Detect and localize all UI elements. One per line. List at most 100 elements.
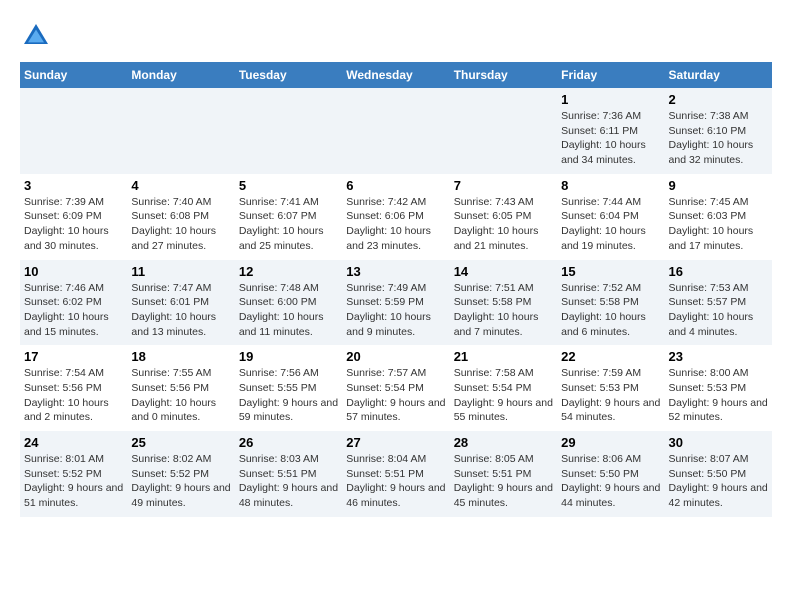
day-info: Sunrise: 7:42 AMSunset: 6:06 PMDaylight:… bbox=[346, 195, 445, 254]
weekday-header: Tuesday bbox=[235, 62, 342, 88]
calendar-cell: 6 Sunrise: 7:42 AMSunset: 6:06 PMDaylight… bbox=[342, 174, 449, 260]
calendar-cell: 3 Sunrise: 7:39 AMSunset: 6:09 PMDaylight… bbox=[20, 174, 127, 260]
calendar-cell: 7 Sunrise: 7:43 AMSunset: 6:05 PMDaylight… bbox=[450, 174, 557, 260]
weekday-header: Sunday bbox=[20, 62, 127, 88]
calendar-cell: 11 Sunrise: 7:47 AMSunset: 6:01 PMDayligh… bbox=[127, 260, 234, 346]
calendar-row: 17 Sunrise: 7:54 AMSunset: 5:56 PMDayligh… bbox=[20, 345, 772, 431]
calendar-row: 3 Sunrise: 7:39 AMSunset: 6:09 PMDaylight… bbox=[20, 174, 772, 260]
day-info: Sunrise: 7:55 AMSunset: 5:56 PMDaylight:… bbox=[131, 366, 230, 425]
calendar-cell: 15 Sunrise: 7:52 AMSunset: 5:58 PMDayligh… bbox=[557, 260, 664, 346]
day-number: 2 bbox=[669, 92, 768, 107]
day-number: 19 bbox=[239, 349, 338, 364]
calendar-cell: 12Sunrise: 7:48 AMSunset: 6:00 PMDayligh… bbox=[235, 260, 342, 346]
day-number: 12 bbox=[239, 264, 338, 279]
day-number: 6 bbox=[346, 178, 445, 193]
day-info: Sunrise: 7:52 AMSunset: 5:58 PMDaylight:… bbox=[561, 281, 660, 340]
day-number: 24 bbox=[24, 435, 123, 450]
day-info: Sunrise: 8:06 AMSunset: 5:50 PMDaylight:… bbox=[561, 452, 660, 511]
day-info: Sunrise: 7:56 AMSunset: 5:55 PMDaylight:… bbox=[239, 366, 338, 425]
day-number: 14 bbox=[454, 264, 553, 279]
day-info: Sunrise: 8:07 AMSunset: 5:50 PMDaylight:… bbox=[669, 452, 768, 511]
calendar-cell: 4 Sunrise: 7:40 AMSunset: 6:08 PMDaylight… bbox=[127, 174, 234, 260]
day-number: 28 bbox=[454, 435, 553, 450]
day-number: 16 bbox=[669, 264, 768, 279]
day-number: 22 bbox=[561, 349, 660, 364]
calendar-cell: 29 Sunrise: 8:06 AMSunset: 5:50 PMDayligh… bbox=[557, 431, 664, 517]
calendar-cell bbox=[450, 88, 557, 174]
day-info: Sunrise: 8:03 AMSunset: 5:51 PMDaylight:… bbox=[239, 452, 338, 511]
calendar-cell: 2 Sunrise: 7:38 AMSunset: 6:10 PMDaylight… bbox=[665, 88, 772, 174]
calendar-cell: 14 Sunrise: 7:51 AMSunset: 5:58 PMDayligh… bbox=[450, 260, 557, 346]
weekday-header: Friday bbox=[557, 62, 664, 88]
calendar-header: SundayMondayTuesdayWednesdayThursdayFrid… bbox=[20, 62, 772, 88]
calendar-cell bbox=[20, 88, 127, 174]
day-number: 4 bbox=[131, 178, 230, 193]
day-number: 5 bbox=[239, 178, 338, 193]
calendar-cell: 20 Sunrise: 7:57 AMSunset: 5:54 PMDayligh… bbox=[342, 345, 449, 431]
calendar-cell: 28 Sunrise: 8:05 AMSunset: 5:51 PMDayligh… bbox=[450, 431, 557, 517]
calendar-cell: 26 Sunrise: 8:03 AMSunset: 5:51 PMDayligh… bbox=[235, 431, 342, 517]
calendar-cell: 1 Sunrise: 7:36 AMSunset: 6:11 PMDaylight… bbox=[557, 88, 664, 174]
calendar-cell: 16Sunrise: 7:53 AMSunset: 5:57 PMDayligh… bbox=[665, 260, 772, 346]
weekday-header: Saturday bbox=[665, 62, 772, 88]
day-info: Sunrise: 7:40 AMSunset: 6:08 PMDaylight:… bbox=[131, 195, 230, 254]
day-info: Sunrise: 7:58 AMSunset: 5:54 PMDaylight:… bbox=[454, 366, 553, 425]
calendar-row: 24 Sunrise: 8:01 AMSunset: 5:52 PMDayligh… bbox=[20, 431, 772, 517]
calendar-cell: 17 Sunrise: 7:54 AMSunset: 5:56 PMDayligh… bbox=[20, 345, 127, 431]
calendar-body: 1 Sunrise: 7:36 AMSunset: 6:11 PMDaylight… bbox=[20, 88, 772, 517]
logo bbox=[20, 20, 56, 52]
calendar-cell: 30 Sunrise: 8:07 AMSunset: 5:50 PMDayligh… bbox=[665, 431, 772, 517]
calendar-row: 10 Sunrise: 7:46 AMSunset: 6:02 PMDayligh… bbox=[20, 260, 772, 346]
day-number: 11 bbox=[131, 264, 230, 279]
day-info: Sunrise: 7:43 AMSunset: 6:05 PMDaylight:… bbox=[454, 195, 553, 254]
calendar-cell: 9Sunrise: 7:45 AMSunset: 6:03 PMDaylight… bbox=[665, 174, 772, 260]
calendar-cell: 8 Sunrise: 7:44 AMSunset: 6:04 PMDaylight… bbox=[557, 174, 664, 260]
day-number: 23 bbox=[669, 349, 768, 364]
weekday-header: Wednesday bbox=[342, 62, 449, 88]
day-info: Sunrise: 7:49 AMSunset: 5:59 PMDaylight:… bbox=[346, 281, 445, 340]
weekday-header: Thursday bbox=[450, 62, 557, 88]
day-number: 17 bbox=[24, 349, 123, 364]
calendar-cell: 22Sunrise: 7:59 AMSunset: 5:53 PMDayligh… bbox=[557, 345, 664, 431]
day-info: Sunrise: 7:44 AMSunset: 6:04 PMDaylight:… bbox=[561, 195, 660, 254]
calendar-cell: 10 Sunrise: 7:46 AMSunset: 6:02 PMDayligh… bbox=[20, 260, 127, 346]
day-info: Sunrise: 8:05 AMSunset: 5:51 PMDaylight:… bbox=[454, 452, 553, 511]
calendar-cell: 24 Sunrise: 8:01 AMSunset: 5:52 PMDayligh… bbox=[20, 431, 127, 517]
day-number: 10 bbox=[24, 264, 123, 279]
calendar-cell: 27 Sunrise: 8:04 AMSunset: 5:51 PMDayligh… bbox=[342, 431, 449, 517]
day-number: 8 bbox=[561, 178, 660, 193]
day-number: 20 bbox=[346, 349, 445, 364]
day-info: Sunrise: 7:46 AMSunset: 6:02 PMDaylight:… bbox=[24, 281, 123, 340]
day-number: 15 bbox=[561, 264, 660, 279]
weekday-header: Monday bbox=[127, 62, 234, 88]
day-info: Sunrise: 7:45 AMSunset: 6:03 PMDaylight:… bbox=[669, 195, 768, 254]
calendar-cell: 23Sunrise: 8:00 AMSunset: 5:53 PMDayligh… bbox=[665, 345, 772, 431]
page-header bbox=[20, 20, 772, 52]
calendar-cell: 13 Sunrise: 7:49 AMSunset: 5:59 PMDayligh… bbox=[342, 260, 449, 346]
day-number: 29 bbox=[561, 435, 660, 450]
day-info: Sunrise: 7:51 AMSunset: 5:58 PMDaylight:… bbox=[454, 281, 553, 340]
day-number: 27 bbox=[346, 435, 445, 450]
day-number: 26 bbox=[239, 435, 338, 450]
day-info: Sunrise: 7:38 AMSunset: 6:10 PMDaylight:… bbox=[669, 109, 768, 168]
day-number: 1 bbox=[561, 92, 660, 107]
day-number: 25 bbox=[131, 435, 230, 450]
day-info: Sunrise: 8:02 AMSunset: 5:52 PMDaylight:… bbox=[131, 452, 230, 511]
day-info: Sunrise: 7:47 AMSunset: 6:01 PMDaylight:… bbox=[131, 281, 230, 340]
day-number: 30 bbox=[669, 435, 768, 450]
calendar-cell: 5 Sunrise: 7:41 AMSunset: 6:07 PMDaylight… bbox=[235, 174, 342, 260]
day-info: Sunrise: 7:57 AMSunset: 5:54 PMDaylight:… bbox=[346, 366, 445, 425]
day-number: 7 bbox=[454, 178, 553, 193]
calendar-cell bbox=[235, 88, 342, 174]
day-number: 3 bbox=[24, 178, 123, 193]
logo-icon bbox=[20, 20, 52, 52]
day-info: Sunrise: 7:41 AMSunset: 6:07 PMDaylight:… bbox=[239, 195, 338, 254]
day-info: Sunrise: 8:01 AMSunset: 5:52 PMDaylight:… bbox=[24, 452, 123, 511]
day-info: Sunrise: 7:36 AMSunset: 6:11 PMDaylight:… bbox=[561, 109, 660, 168]
day-info: Sunrise: 7:54 AMSunset: 5:56 PMDaylight:… bbox=[24, 366, 123, 425]
day-info: Sunrise: 8:04 AMSunset: 5:51 PMDaylight:… bbox=[346, 452, 445, 511]
day-info: Sunrise: 7:39 AMSunset: 6:09 PMDaylight:… bbox=[24, 195, 123, 254]
day-number: 13 bbox=[346, 264, 445, 279]
calendar-cell: 18Sunrise: 7:55 AMSunset: 5:56 PMDayligh… bbox=[127, 345, 234, 431]
calendar-cell: 25 Sunrise: 8:02 AMSunset: 5:52 PMDayligh… bbox=[127, 431, 234, 517]
